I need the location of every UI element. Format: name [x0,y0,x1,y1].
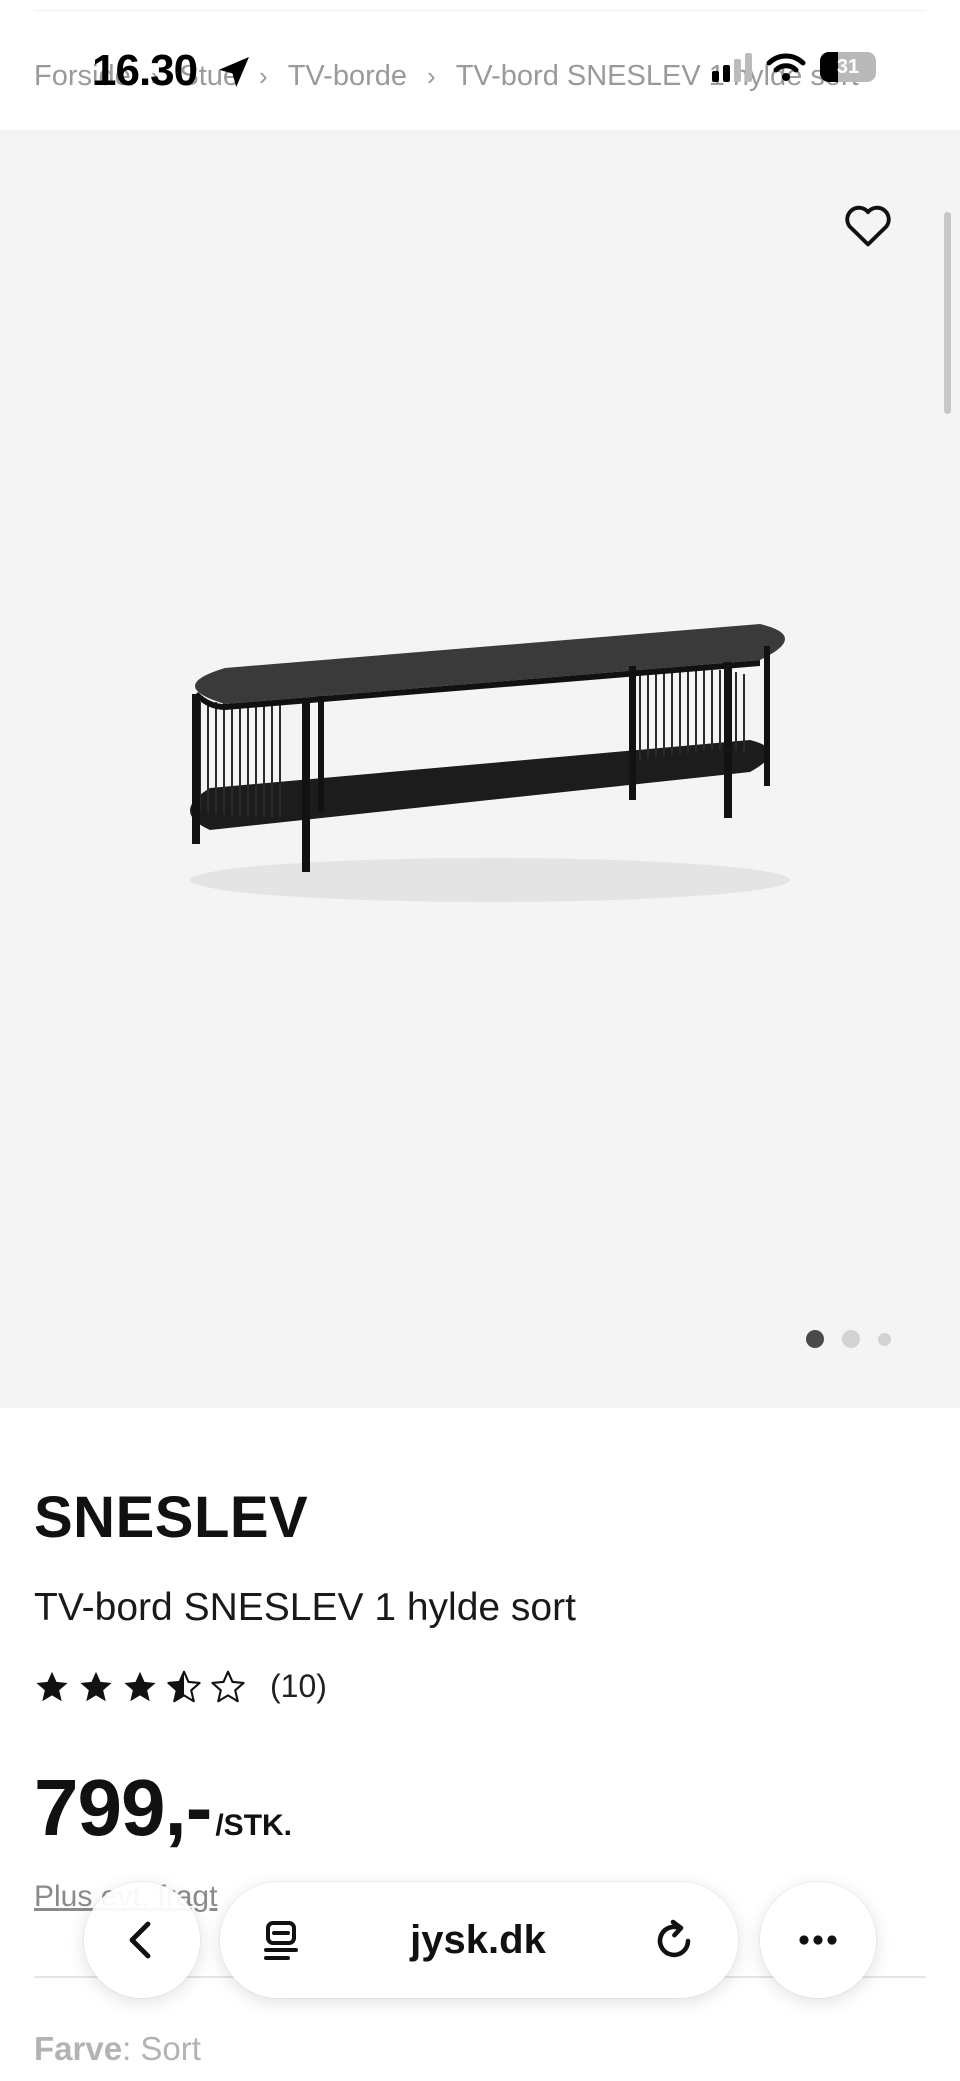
battery-level: 31 [836,55,860,78]
breadcrumb-separator: › [259,60,268,91]
product-price: 799,- /STK. [34,1762,292,1854]
breadcrumb-separator: › [427,60,436,91]
signal-icon [712,52,752,82]
color-value: : Sort [122,2030,201,2067]
back-button[interactable] [84,1882,200,1998]
price-amount: 799,- [34,1763,212,1852]
star-half-icon [167,1670,201,1702]
back-chevron-icon [129,1921,151,1959]
status-icons: 31 [712,52,876,82]
product-image [190,624,790,902]
battery-icon: 31 [820,52,876,82]
review-count: (10) [270,1668,327,1704]
heart-icon[interactable] [842,200,894,252]
product-title: TV-bord SNESLEV 1 hylde sort [34,1586,576,1629]
more-icon [799,1935,837,1945]
url-text[interactable]: jysk.dk [410,1918,546,1963]
status-time: 16.30 [92,46,198,95]
product-rating[interactable]: (10) [34,1668,327,1705]
star-icon [36,1671,68,1701]
scrollbar[interactable] [944,212,951,414]
gallery-dot-2[interactable] [842,1330,860,1348]
more-button[interactable] [760,1882,876,1998]
price-unit: /STK. [215,1809,293,1842]
color-label: Farve [34,2030,123,2067]
reader-icon[interactable] [258,1916,306,1964]
star-empty-icon [211,1670,245,1702]
wifi-icon [766,53,806,81]
location-arrow-icon [219,57,249,87]
reload-icon[interactable] [650,1916,698,1964]
star-icon [80,1671,112,1701]
product-brand: SNESLEV [34,1485,309,1550]
color-option[interactable]: Farve: Sort [34,2030,201,2068]
address-bar[interactable]: jysk.dk [220,1882,738,1998]
gallery-dot-3[interactable] [878,1332,891,1346]
breadcrumb-tv-borde[interactable]: TV-borde [288,60,407,93]
gallery-dot-1[interactable] [806,1330,824,1348]
header-divider [34,10,926,11]
gallery-pagination [806,1330,891,1348]
star-icon [124,1671,156,1701]
